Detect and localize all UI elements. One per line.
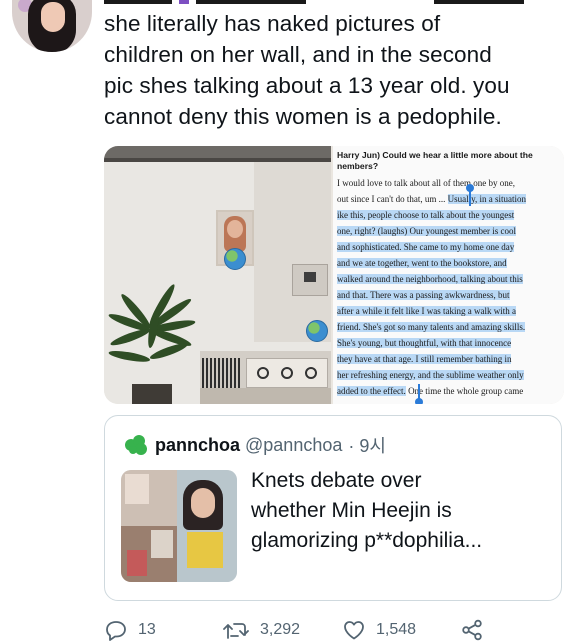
document-line: they have at that age. I still remember … <box>337 354 512 364</box>
tweet-text-line: she literally has naked pictures of <box>104 11 441 36</box>
document-line: added to the effect. One time the whole … <box>337 386 524 396</box>
speaker-grille <box>202 358 240 390</box>
document-line: her refreshing energy, and the sublime w… <box>337 370 524 380</box>
like-count: 1,548 <box>376 621 417 638</box>
document-line: and that. There was a passing awkwardnes… <box>337 290 510 300</box>
quoted-tweet-text: Knets debate over whether Min Heejin is … <box>251 469 483 552</box>
tweet-actions-bar: 13 3,292 1,548 <box>104 617 574 643</box>
document-line: and we ate together, went to the booksto… <box>337 258 507 268</box>
cropped-header-strip <box>104 0 524 4</box>
document-line: friend. She's got so many talents and am… <box>337 322 526 332</box>
share-icon <box>462 619 482 641</box>
document-line: She's young, but thoughtful, with that i… <box>337 338 512 348</box>
globe-emoji-icon <box>306 320 328 342</box>
quoted-author-name[interactable]: pannchoa <box>155 435 240 456</box>
retweet-icon <box>223 623 249 639</box>
document-line: out since I can't do that, um ... Usuall… <box>337 194 527 204</box>
selection-start-handle[interactable] <box>466 184 474 206</box>
tweet-text-line: cannot deny this women is a pedophile. <box>104 104 502 129</box>
document-heading: Harry Jun) Could we hear a little more a… <box>337 150 533 171</box>
quoted-author-handle[interactable]: @pannchoa <box>245 435 342 456</box>
like-button[interactable]: 1,548 <box>342 617 416 643</box>
tweet-text: she literally has naked pictures of chil… <box>104 8 559 132</box>
wall-speaker <box>292 264 328 296</box>
media-photo-room[interactable] <box>104 146 331 404</box>
retweet-count: 3,292 <box>260 621 301 638</box>
audio-deck <box>246 358 328 388</box>
quoted-tweet-header: pannchoa @pannchoa · 9시 <box>123 433 386 457</box>
document-line: walked around the neighborhood, talking … <box>337 274 523 284</box>
reply-button[interactable]: 13 <box>104 617 156 643</box>
pannchoa-logo-icon <box>123 435 149 455</box>
quoted-thumbnail[interactable] <box>121 470 237 582</box>
media-document-scan[interactable]: Harry Jun) Could we hear a little more a… <box>333 146 564 404</box>
share-button[interactable] <box>460 617 494 643</box>
quoted-timestamp[interactable]: · 9시 <box>348 432 386 458</box>
reply-icon <box>106 621 126 641</box>
tweet-text-line: pic shes talking about a 13 year old. yo… <box>104 73 510 98</box>
reply-count: 13 <box>138 621 156 638</box>
author-avatar[interactable] <box>12 0 92 52</box>
document-line: I would love to talk about all of them o… <box>337 178 515 188</box>
document-line: after a while it felt like I was taking … <box>337 306 516 316</box>
document-line: one, right? (laughs) Our youngest member… <box>337 226 516 236</box>
quoted-tweet-card[interactable]: pannchoa @pannchoa · 9시 Knets debate ove… <box>104 415 562 601</box>
retweet-button[interactable]: 3,292 <box>222 617 300 643</box>
potted-plant <box>104 264 204 404</box>
heart-icon <box>344 621 364 640</box>
avatar-face <box>41 2 65 32</box>
selection-end-handle[interactable] <box>415 384 423 404</box>
document-line: ike this, people choose to talk about th… <box>337 210 515 220</box>
tweet-text-line: children on her wall, and in the second <box>104 42 492 67</box>
document-line: and sophisticated. She came to my home o… <box>337 242 515 252</box>
tweet-media[interactable]: Harry Jun) Could we hear a little more a… <box>104 146 564 404</box>
globe-emoji-icon <box>224 248 246 270</box>
